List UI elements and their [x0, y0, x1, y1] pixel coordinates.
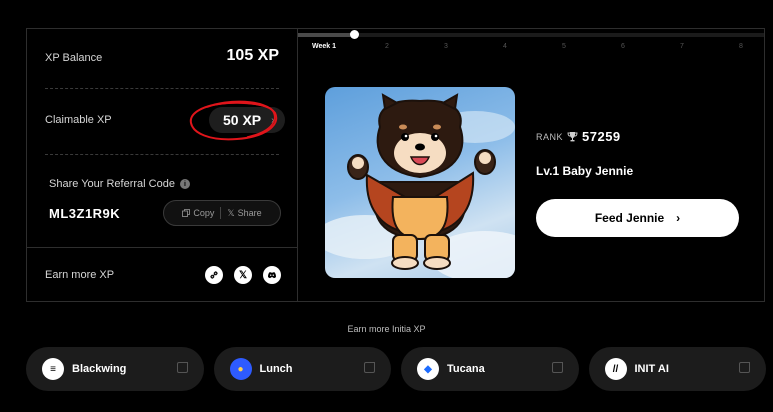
- week-label: 7: [680, 43, 684, 50]
- pomeranian-character-icon: [325, 93, 515, 278]
- link-icon[interactable]: [205, 266, 223, 284]
- partner-card-init-ai[interactable]: // INIT AI: [588, 347, 766, 391]
- feed-jennie-label: Feed Jennie: [594, 211, 665, 225]
- referral-label: Share Your Referral Code: [49, 178, 175, 190]
- partner-card-lunch[interactable]: ● Lunch: [213, 347, 391, 391]
- timeline-progress: [298, 33, 355, 37]
- partner-list: ≡ Blackwing ● Lunch ◆ Tucana // INIT AI: [26, 347, 766, 391]
- xp-balance-row: XP Balance 105 XP: [27, 29, 297, 87]
- share-label: Share: [237, 208, 262, 218]
- earn-initia-heading: Earn more Initia XP: [347, 324, 426, 334]
- chevron-right-icon: ›: [676, 211, 681, 225]
- partner-name: Tucana: [447, 363, 485, 375]
- week-label: 5: [562, 43, 566, 50]
- lunch-logo-icon: ●: [229, 358, 252, 380]
- partner-card-blackwing[interactable]: ≡ Blackwing: [26, 347, 204, 391]
- timeline-track: [298, 33, 764, 37]
- level-title: Lv.1 Baby Jennie: [536, 164, 634, 178]
- claim-xp-value: 50 XP: [223, 112, 262, 128]
- social-links: 𝕏: [205, 266, 281, 284]
- chevron-right-icon: ›: [271, 114, 275, 126]
- xp-balance-label: XP Balance: [45, 52, 103, 64]
- week-labels: Week 1 2 3 4 5 6 7 8: [298, 43, 764, 55]
- trophy-icon: [567, 132, 578, 142]
- claimable-xp-label: Claimable XP: [45, 114, 112, 126]
- week-label: Week 1: [312, 43, 336, 50]
- timeline-handle: [350, 30, 360, 39]
- partner-name: Blackwing: [72, 363, 127, 375]
- referral-actions: Copy 𝕏 Share: [163, 200, 281, 226]
- referral-label-row: Share Your Referral Code i: [49, 178, 190, 190]
- copy-button[interactable]: Copy: [182, 208, 214, 218]
- divider: [220, 207, 222, 219]
- tucana-logo-icon: ◆: [417, 358, 439, 380]
- xp-panel: XP Balance 105 XP Claimable XP 50 XP › S…: [26, 28, 298, 302]
- jennie-character-image: [325, 87, 515, 278]
- external-link-icon: [551, 362, 563, 373]
- partner-name: INIT AI: [634, 363, 669, 375]
- x-icon[interactable]: 𝕏: [234, 266, 252, 284]
- week-label: 4: [503, 43, 507, 50]
- init-ai-logo-icon: //: [604, 358, 627, 380]
- week-label: 2: [385, 43, 389, 50]
- copy-label: Copy: [193, 208, 215, 218]
- copy-icon: [182, 209, 191, 217]
- claim-xp-button[interactable]: 50 XP ›: [209, 107, 285, 133]
- divider: [45, 88, 279, 89]
- week-label: 3: [444, 43, 448, 50]
- partner-name: Lunch: [259, 363, 293, 375]
- external-link-icon: [739, 362, 750, 373]
- rank-value: 57259: [582, 129, 621, 144]
- partner-card-tucana[interactable]: ◆ Tucana: [401, 347, 579, 391]
- blackwing-logo-icon: ≡: [42, 358, 64, 380]
- feed-jennie-button[interactable]: Feed Jennie ›: [536, 199, 739, 237]
- divider: [45, 154, 279, 155]
- week-label: 6: [621, 43, 625, 50]
- discord-icon[interactable]: [263, 266, 281, 284]
- external-link-icon: [364, 362, 375, 373]
- rank-row: RANK 57259: [536, 129, 621, 144]
- rank-label: RANK: [536, 131, 564, 142]
- character-panel: Week 1 2 3 4 5 6 7 8 RANK 57259 Lv.1 Baby Jenni…: [298, 28, 765, 302]
- week-label: 8: [739, 43, 743, 50]
- external-link-icon: [176, 362, 188, 373]
- week-timeline: [298, 29, 764, 41]
- earn-more-xp-label: Earn more XP: [45, 269, 115, 281]
- referral-code: ML3Z1R9K: [49, 206, 121, 221]
- share-button[interactable]: 𝕏 Share: [227, 208, 261, 219]
- xp-balance-value: 105 XP: [226, 47, 279, 64]
- earn-more-xp-row: Earn more XP 𝕏: [27, 247, 297, 301]
- info-icon[interactable]: i: [179, 179, 190, 189]
- x-icon: 𝕏: [227, 207, 235, 218]
